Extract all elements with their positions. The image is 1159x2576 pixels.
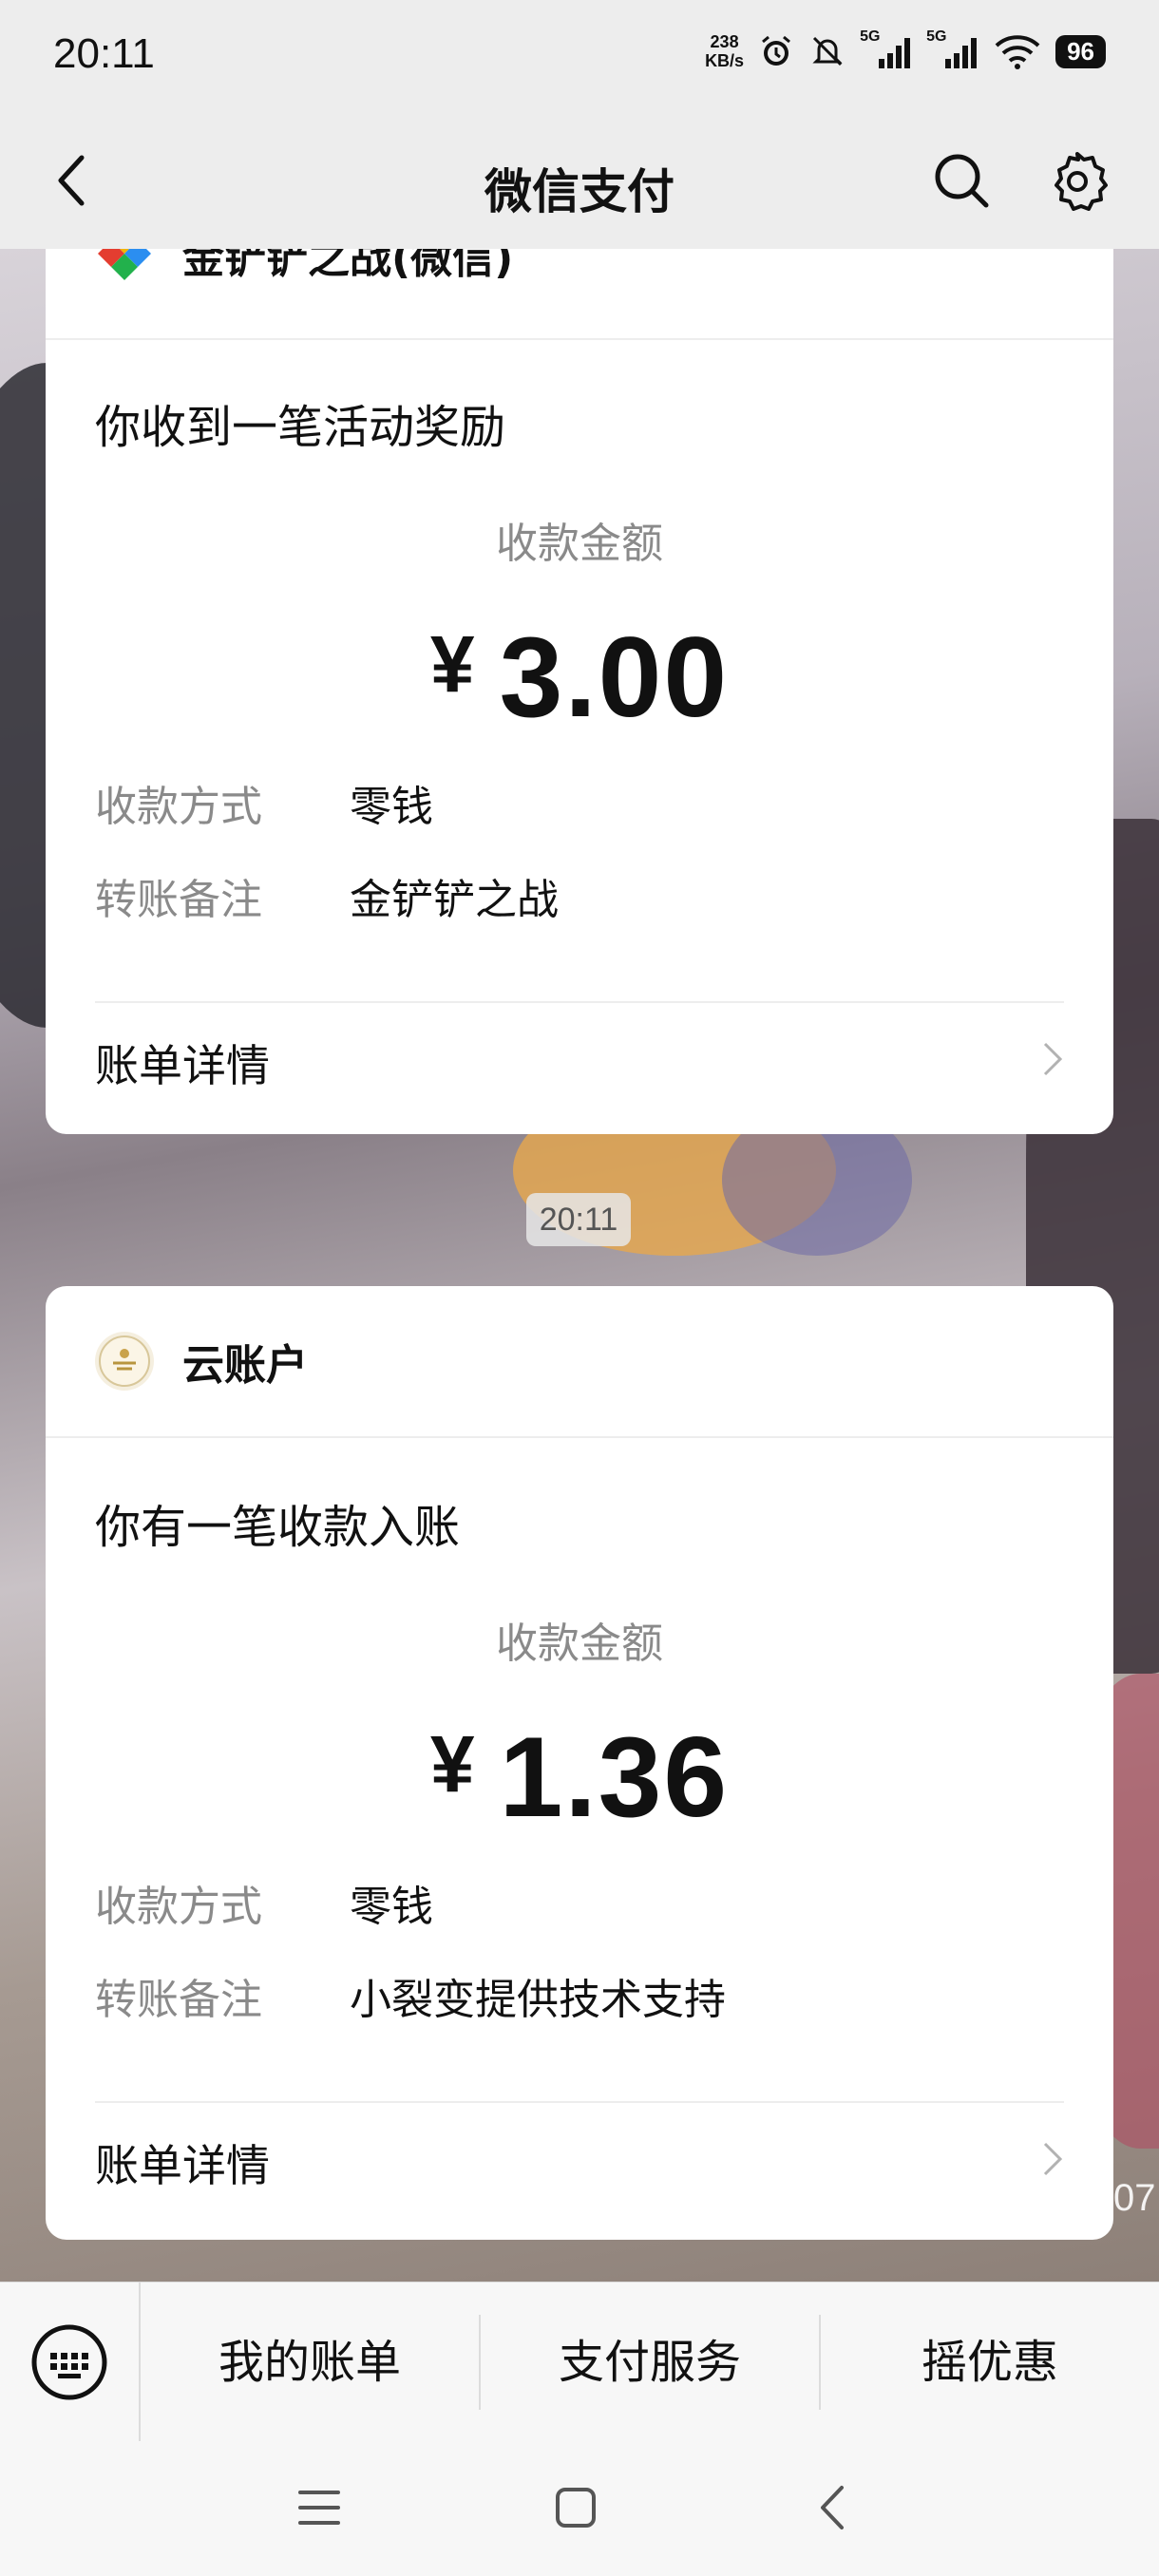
- info-value: 零钱: [350, 1883, 433, 1931]
- overlay-text: 07: [1113, 2177, 1156, 2219]
- wifi-icon: [993, 32, 1042, 70]
- back-triangle-icon[interactable]: [804, 2479, 861, 2536]
- info-value: 金铲铲之战: [350, 876, 559, 924]
- currency-symbol: ¥: [429, 619, 477, 709]
- info-row: 转账备注 金铲铲之战: [46, 849, 1113, 942]
- amount-number: 3.00: [499, 614, 730, 741]
- alarm-icon: [757, 32, 795, 70]
- info-rows: 收款方式 零钱 转账备注 小裂变提供技术支持: [46, 1856, 1113, 2042]
- signal-icon-2: 5G: [926, 28, 979, 70]
- info-label: 转账备注: [95, 1976, 262, 2024]
- nav-bar: 微信支付: [0, 114, 1159, 249]
- info-row: 转账备注 小裂变提供技术支持: [46, 1949, 1113, 2042]
- net-speed-value: 238: [710, 32, 739, 51]
- card-header[interactable]: 云账户: [46, 1286, 1113, 1438]
- info-rows: 收款方式 零钱 转账备注 金铲铲之战: [46, 756, 1113, 942]
- info-value: 零钱: [350, 783, 433, 831]
- currency-symbol: ¥: [429, 1719, 477, 1809]
- card-header[interactable]: 金铲铲之战(微信): [46, 249, 1113, 340]
- status-bar: 20:11 238 KB/s 5G 5G 96: [0, 0, 1159, 114]
- amount-number: 1.36: [499, 1714, 730, 1841]
- menu-shake-offers[interactable]: 摇优惠: [821, 2315, 1159, 2410]
- info-label: 收款方式: [95, 1883, 262, 1931]
- keyboard-icon[interactable]: [0, 2282, 141, 2442]
- amount-value: ¥1.36: [46, 1712, 1113, 1843]
- amount-label: 收款金额: [496, 520, 663, 568]
- payment-notice-card: 云账户 你有一笔收款入账 收款金额 ¥1.36 收款方式 零钱 转账备注 小裂变…: [46, 1286, 1113, 2240]
- card-title: 你有一笔收款入账: [95, 1501, 461, 1554]
- chevron-right-icon: [1041, 1037, 1064, 1089]
- gear-icon[interactable]: [1043, 146, 1112, 215]
- signal-label-1: 5G: [860, 28, 881, 45]
- amount-value: ¥3.00: [46, 612, 1113, 743]
- status-icons: 238 KB/s 5G 5G 96: [705, 28, 1106, 70]
- info-row: 收款方式 零钱: [46, 756, 1113, 849]
- card-title: 你收到一笔活动奖励: [95, 401, 506, 454]
- chevron-right-icon: [1041, 2137, 1064, 2188]
- bill-detail-link[interactable]: 账单详情: [46, 1003, 1113, 1123]
- app-name: 云账户: [182, 1341, 308, 1390]
- info-row: 收款方式 零钱: [46, 1856, 1113, 1949]
- mute-bell-icon: [808, 32, 846, 70]
- payment-notice-card: 金铲铲之战(微信) 你收到一笔活动奖励 收款金额 ¥3.00 收款方式 零钱 转…: [46, 249, 1113, 1134]
- search-icon[interactable]: [927, 146, 996, 215]
- signal-label-2: 5G: [926, 28, 947, 45]
- bill-detail-label: 账单详情: [95, 1040, 270, 1091]
- bottom-menu: 我的账单 支付服务 摇优惠: [0, 2282, 1159, 2442]
- app-logo-icon: [95, 1332, 154, 1391]
- app-name: 金铲铲之战(微信): [182, 249, 514, 283]
- battery-indicator: 96: [1055, 34, 1106, 68]
- info-value: 小裂变提供技术支持: [350, 1976, 726, 2024]
- message-timestamp: 20:11: [526, 1193, 631, 1246]
- system-nav-bar: [0, 2441, 1159, 2576]
- status-time: 20:11: [53, 30, 155, 77]
- app-logo-icon: [95, 249, 154, 281]
- net-speed: 238 KB/s: [705, 32, 744, 70]
- signal-icon-1: 5G: [860, 28, 913, 70]
- home-square-icon[interactable]: [547, 2479, 604, 2536]
- net-speed-unit: KB/s: [705, 51, 745, 70]
- amount-label: 收款金额: [496, 1619, 663, 1668]
- menu-lines-icon[interactable]: [291, 2479, 348, 2536]
- info-label: 转账备注: [95, 876, 262, 924]
- menu-payment-services[interactable]: 支付服务: [481, 2314, 821, 2410]
- info-label: 收款方式: [95, 783, 262, 831]
- bill-detail-label: 账单详情: [95, 2140, 270, 2191]
- menu-my-bills[interactable]: 我的账单: [141, 2314, 481, 2410]
- bill-detail-link[interactable]: 账单详情: [46, 2103, 1113, 2223]
